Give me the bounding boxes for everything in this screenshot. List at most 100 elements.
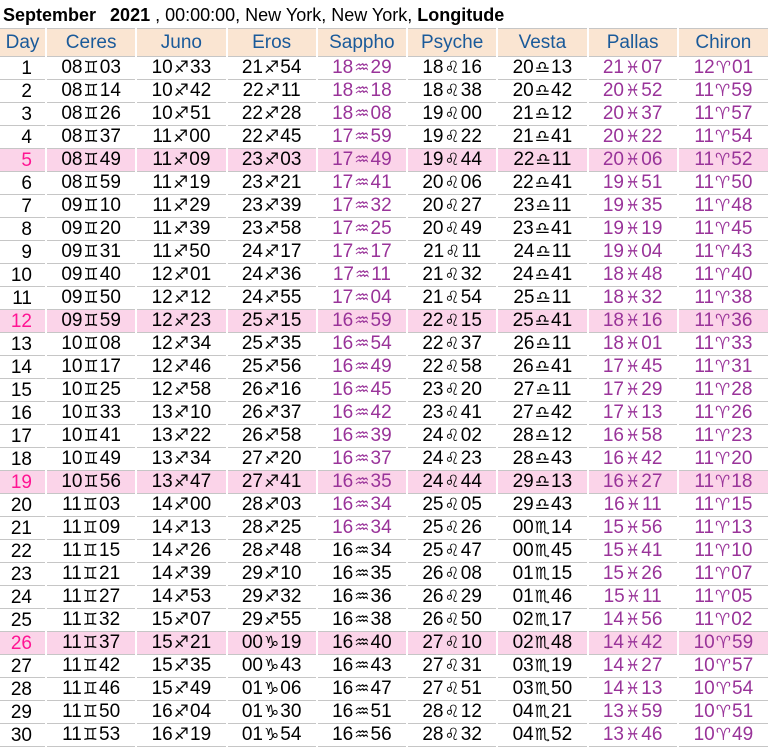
aquarius-icon: ♒ xyxy=(354,449,370,469)
sagittarius-icon: ♐ xyxy=(173,610,189,630)
minutes-value: 03 xyxy=(280,149,302,170)
degrees-value: 12 xyxy=(151,379,173,400)
table-row: 23 11♊21 14♐39 29♐10 16♒35 26♌08 01♏15 15♓26 11♈… xyxy=(0,562,768,586)
gemini-icon: ♊ xyxy=(82,656,99,676)
degrees-value: 21 xyxy=(422,287,444,308)
minutes-value: 41 xyxy=(551,264,573,285)
day-cell: 21 xyxy=(0,516,46,540)
libra-icon: ♎ xyxy=(534,173,550,193)
pisces-icon: ♓ xyxy=(625,518,641,538)
position-cell: 20♎42 xyxy=(496,79,588,103)
position-cell: 01♏15 xyxy=(496,562,588,586)
minutes-value: 57 xyxy=(732,655,754,676)
position-cell: 26♎11 xyxy=(496,332,588,356)
position-cell: 26♐58 xyxy=(225,424,317,448)
degrees-value: 17 xyxy=(602,356,624,377)
sagittarius-icon: ♐ xyxy=(173,679,189,699)
aquarius-icon: ♒ xyxy=(354,633,370,653)
column-header-sappho: Sappho xyxy=(315,28,407,57)
minutes-value: 11 xyxy=(461,241,482,262)
minutes-value: 39 xyxy=(190,563,212,584)
degrees-value: 11 xyxy=(694,103,715,124)
minutes-value: 21 xyxy=(190,632,212,653)
position-cell: 11♊32 xyxy=(44,608,137,632)
minutes-value: 56 xyxy=(641,609,663,630)
position-cell: 11♈45 xyxy=(676,217,768,241)
sagittarius-icon: ♐ xyxy=(264,58,280,78)
position-cell: 00♑19 xyxy=(225,631,317,655)
minutes-value: 13 xyxy=(190,517,212,538)
degrees-value: 23 xyxy=(422,379,444,400)
degrees-value: 23 xyxy=(241,218,263,239)
sagittarius-icon: ♐ xyxy=(264,173,280,193)
minutes-value: 27 xyxy=(99,586,121,607)
degrees-value: 11 xyxy=(62,586,82,607)
degrees-value: 11 xyxy=(694,494,715,515)
table-row: 20 11♊03 14♐00 28♐03 16♒34 25♌05 29♎43 16♓11 11♈… xyxy=(0,493,768,517)
minutes-value: 11 xyxy=(551,333,572,354)
aquarius-icon: ♒ xyxy=(354,334,370,354)
minutes-value: 06 xyxy=(460,172,482,193)
degrees-value: 14 xyxy=(151,540,173,561)
minutes-value: 13 xyxy=(641,678,663,699)
position-cell: 14♓42 xyxy=(586,631,678,655)
degrees-value: 14 xyxy=(602,609,624,630)
minutes-value: 22 xyxy=(460,126,482,147)
position-cell: 11♊50 xyxy=(44,700,137,724)
degrees-value: 26 xyxy=(512,356,534,377)
sagittarius-icon: ♐ xyxy=(173,127,189,147)
minutes-value: 16 xyxy=(641,310,663,331)
minutes-value: 26 xyxy=(190,540,212,561)
minutes-value: 29 xyxy=(460,586,482,607)
sagittarius-icon: ♐ xyxy=(264,564,280,584)
aquarius-icon: ♒ xyxy=(354,403,370,423)
gemini-icon: ♊ xyxy=(83,127,99,147)
position-cell: 29♎43 xyxy=(496,493,588,517)
position-cell: 08♊26 xyxy=(44,102,137,126)
degrees-value: 10 xyxy=(693,678,715,699)
gemini-icon: ♊ xyxy=(83,219,99,239)
position-cell: 20♓22 xyxy=(586,125,678,149)
minutes-value: 18 xyxy=(370,80,392,101)
degrees-value: 26 xyxy=(422,609,444,630)
minutes-value: 19 xyxy=(641,218,663,239)
degrees-value: 16 xyxy=(332,402,354,423)
degrees-value: 18 xyxy=(332,57,354,78)
gemini-icon: ♊ xyxy=(83,173,99,193)
minutes-value: 20 xyxy=(460,379,482,400)
sagittarius-icon: ♐ xyxy=(264,242,280,262)
sagittarius-icon: ♐ xyxy=(264,357,280,377)
degrees-value: 11 xyxy=(694,517,715,538)
sagittarius-icon: ♐ xyxy=(173,311,189,331)
minutes-value: 42 xyxy=(99,655,121,676)
minutes-value: 35 xyxy=(280,333,302,354)
degrees-value: 23 xyxy=(422,402,444,423)
aquarius-icon: ♒ xyxy=(354,81,370,101)
position-cell: 11♊03 xyxy=(44,493,137,517)
degrees-value: 15 xyxy=(602,563,624,584)
minutes-value: 31 xyxy=(460,655,482,676)
position-cell: 14♐26 xyxy=(135,539,227,563)
sagittarius-icon: ♐ xyxy=(173,219,189,239)
gemini-icon: ♊ xyxy=(83,311,99,331)
degrees-value: 20 xyxy=(602,126,624,147)
degrees-value: 22 xyxy=(512,172,534,193)
aries-icon: ♈ xyxy=(715,472,731,492)
position-cell: 01♑06 xyxy=(225,677,317,701)
position-cell: 11♈33 xyxy=(676,332,768,356)
sagittarius-icon: ♐ xyxy=(264,518,280,538)
position-cell: 22♌58 xyxy=(405,355,498,379)
gemini-icon: ♊ xyxy=(82,518,99,538)
degrees-value: 15 xyxy=(151,678,173,699)
degrees-value: 11 xyxy=(62,540,82,561)
position-cell: 13♐47 xyxy=(135,470,227,494)
position-cell: 17♒11 xyxy=(315,263,407,287)
minutes-value: 20 xyxy=(99,218,121,239)
degrees-value: 25 xyxy=(513,287,535,308)
degrees-value: 17 xyxy=(332,195,354,216)
minutes-value: 34 xyxy=(370,540,392,561)
degrees-value: 27 xyxy=(422,632,444,653)
degrees-value: 00 xyxy=(512,517,534,538)
degrees-value: 17 xyxy=(332,241,354,262)
libra-icon: ♎ xyxy=(535,196,551,216)
